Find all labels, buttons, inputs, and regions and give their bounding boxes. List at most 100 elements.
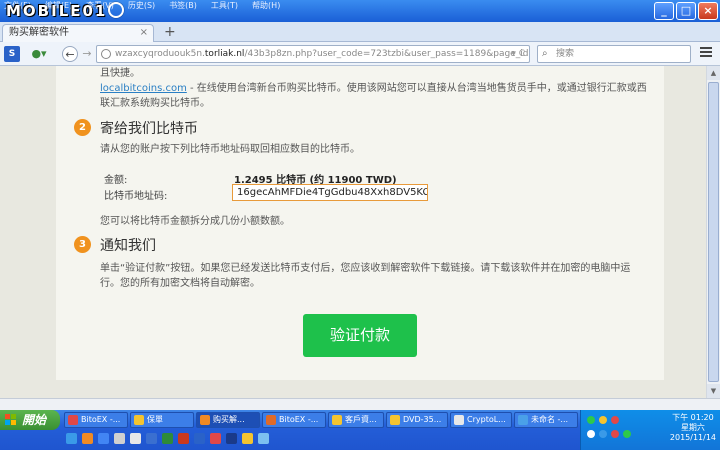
quicklaunch-word-icon[interactable] [146,433,157,444]
url-prefix: wzaxcyqroduouk5n. [115,49,205,59]
taskbar-item-4[interactable]: BitoEX -... [262,412,326,428]
tab-close-icon[interactable]: × [140,25,148,41]
page-viewport: 且快捷。 localbitcoins.com - 在线使用台湾新台币购买比特币。… [0,66,706,398]
verify-payment-button[interactable]: 验证付款 [303,314,417,357]
localbitcoins-desc-2: 联汇款系统购买比特币。 [100,98,210,109]
step-3-heading: 通知我们 [100,238,156,254]
watermark-logo: MOBILE01 [6,2,125,20]
taskbar-item-7[interactable]: CryptoL... [450,412,512,428]
step-2-description: 请从您的账户按下列比特币地址码取回相应数目的比特币。 [100,144,360,155]
step-2-heading: 寄给我们比特币 [100,121,198,137]
address-bar[interactable]: wzaxcyqroduouk5n.torliak.nl/43b3p8zn.php… [96,45,530,63]
tray-network-icon[interactable] [587,416,595,424]
tray-volume-icon[interactable] [587,430,595,438]
quicklaunch-app-icon[interactable] [226,433,237,444]
browser-icon [266,415,276,425]
quicklaunch-folder-icon[interactable] [242,433,253,444]
windows-logo-icon [5,414,17,426]
clock-date: 2015/11/14 [669,433,716,442]
document-icon [454,415,464,425]
site-badge-icon[interactable]: S [4,46,20,62]
menu-help[interactable]: 帮助(H) [252,0,280,11]
title-bar: 文件(F) 编辑(E) 查看(V) 历史(S) 书签(B) 工具(T) 帮助(H… [0,0,720,22]
address-label: 比特币地址码: [104,191,168,202]
step-2-badge: 2 [74,119,91,136]
taskbar-item-5[interactable]: 客戶資... [328,412,384,428]
scroll-up-icon[interactable]: ▲ [707,66,720,80]
quicklaunch-app-icon[interactable] [258,433,269,444]
vertical-scrollbar[interactable]: ▲ ▼ [706,66,720,398]
close-window-button[interactable]: × [698,2,718,20]
amount-label: 金额: [104,175,128,186]
minimize-button[interactable]: _ [654,2,674,20]
menu-history[interactable]: 历史(S) [128,0,155,11]
quicklaunch-app-icon[interactable] [130,433,141,444]
quicklaunch-excel-icon[interactable] [162,433,173,444]
firefox-icon [200,415,210,425]
quicklaunch-app-icon[interactable] [194,433,205,444]
folder-icon [134,415,144,425]
step-3-desc-line-2: 行。您的所有加密文档将自动解密。 [100,278,260,289]
tray-app-icon[interactable] [599,430,607,438]
ransom-instructions-panel: 且快捷。 localbitcoins.com - 在线使用台湾新台币购买比特币。… [56,66,664,380]
paint-icon [518,415,528,425]
start-button[interactable]: 開始 [0,410,60,430]
tab-title: 购买解密软件 [9,27,69,38]
forward-arrow-icon[interactable]: → [80,46,94,62]
back-arrow-icon[interactable]: ← [62,46,78,62]
url-host: torliak.nl [204,49,245,59]
localbitcoins-desc-1: - 在线使用台湾新台币购买比特币。使用该网站您可以直接从台湾当地售货员手中，或通… [186,83,647,94]
quicklaunch-app-icon[interactable] [114,433,125,444]
quicklaunch-app-icon[interactable] [178,433,189,444]
bulb-icon [108,2,125,18]
menu-bookmarks[interactable]: 书签(B) [169,0,197,11]
windows-taskbar: 開始 BitoEX -... 保單 购买解... BitoEX -... 客戶資… [0,410,720,450]
folder-icon [332,415,342,425]
taskbar-item-1[interactable]: BitoEX -... [64,412,128,428]
search-input[interactable]: ⌕ 搜索 [537,45,691,63]
search-icon: ⌕ [542,48,548,59]
localbitcoins-paragraph: localbitcoins.com - 在线使用台湾新台币购买比特币。使用该网站… [100,81,655,111]
globe-icon [101,49,111,59]
tray-shield-icon[interactable] [611,430,619,438]
tray-app-icon[interactable] [623,430,631,438]
folder-icon [390,415,400,425]
tray-app-icon[interactable] [599,416,607,424]
quicklaunch-chrome-icon[interactable] [98,433,109,444]
split-amount-note: 您可以将比特币金额拆分成几份小额数额。 [100,216,290,227]
window-controls: _ □ × [654,2,718,20]
tray-app-icon[interactable] [611,416,619,424]
system-tray: 下午 01:20 星期六 2015/11/14 [580,410,720,450]
hamburger-menu-icon[interactable] [700,47,712,59]
taskbar-item-6[interactable]: DVD-35... [386,412,448,428]
navigation-bar: S ●▾ ← → wzaxcyqroduouk5n.torliak.nl/43b… [0,42,720,66]
system-clock[interactable]: 下午 01:20 星期六 2015/11/14 [670,413,716,443]
quicklaunch-app-icon[interactable] [210,433,221,444]
reload-icon[interactable]: ▾ C [511,46,525,62]
taskbar-item-2[interactable]: 保單 [130,412,194,428]
tab-active[interactable]: 购买解密软件 × [2,24,154,42]
taskbar-item-3[interactable]: 购买解... [196,412,260,428]
taskbar-item-8[interactable]: 未命名 -... [514,412,578,428]
quicklaunch-firefox-icon[interactable] [82,433,93,444]
quicklaunch-ie-icon[interactable] [66,433,77,444]
bitcoin-address-field[interactable]: 16gecAhMFDie4TgGdbu48Xxh8DV5KCWAd7 [232,184,428,201]
step-3-desc-line-1: 单击“验证付款”按钮。如果您已经发送比特币支付后，您应该收到解密软件下载链接。请… [100,263,631,274]
step-3-description: 单击“验证付款”按钮。如果您已经发送比特币支付后，您应该收到解密软件下载链接。请… [100,261,660,291]
url-rest: /43b3p8zn.php?user_code=723tzbi&user_pas… [244,49,529,59]
search-placeholder: 搜索 [556,49,575,59]
browser-icon [68,415,78,425]
localbitcoins-link[interactable]: localbitcoins.com [100,83,187,94]
tab-bar: 购买解密软件 × + [0,22,720,42]
menu-tools[interactable]: 工具(T) [211,0,238,11]
status-bar [0,398,720,410]
step-3-badge: 3 [74,236,91,253]
maximize-button[interactable]: □ [676,2,696,20]
scroll-down-icon[interactable]: ▼ [707,384,720,398]
start-label: 開始 [22,413,47,427]
scroll-thumb[interactable] [708,82,719,382]
addon-icon[interactable]: ●▾ [28,46,50,62]
clock-day: 星期六 [680,423,705,432]
new-tab-button[interactable]: + [164,24,176,40]
clock-time: 下午 01:20 [672,413,714,422]
